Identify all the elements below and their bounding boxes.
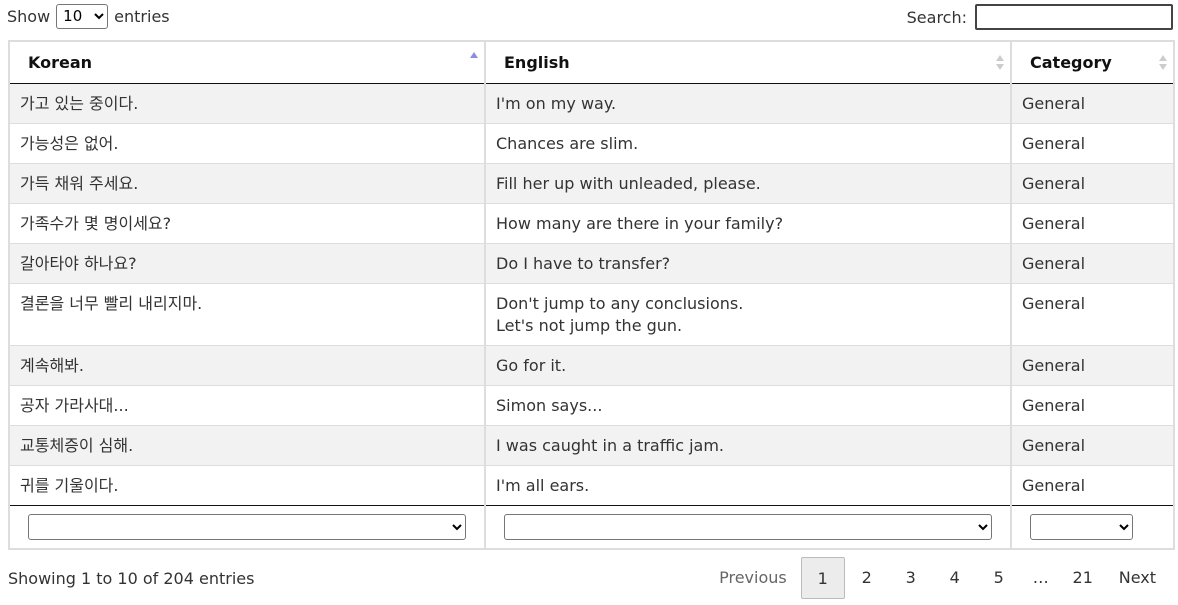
filter-cell-category <box>1010 505 1175 550</box>
english-cell: I'm on my way. <box>484 83 1012 124</box>
page-button[interactable]: 3 <box>889 557 933 599</box>
category-cell: General <box>1010 283 1175 346</box>
english-cell: Go for it. <box>484 345 1012 386</box>
table-row: 귀를 기울이다. I'm all ears. General <box>8 465 1175 506</box>
search-control: Search: <box>907 1 1173 33</box>
table-info: Showing 1 to 10 of 204 entries <box>8 569 255 588</box>
previous-button[interactable]: Previous <box>705 557 801 599</box>
table-row: 공자 가라사대... Simon says... General <box>8 385 1175 426</box>
category-cell: General <box>1010 203 1175 244</box>
page-button[interactable]: 4 <box>933 557 977 599</box>
pagination-ellipsis: … <box>1032 568 1049 587</box>
next-button[interactable]: Next <box>1105 557 1170 599</box>
english-cell: Chances are slim. <box>484 123 1012 164</box>
table-row: 가능성은 없어. Chances are slim. General <box>8 123 1175 164</box>
filter-row <box>8 505 1175 550</box>
sort-both-icon <box>1159 55 1167 71</box>
length-control: Show 10 entries <box>7 3 170 29</box>
english-cell: Don't jump to any conclusions. Let's not… <box>484 283 1012 346</box>
category-cell: General <box>1010 385 1175 426</box>
category-cell: General <box>1010 83 1175 124</box>
column-header-category[interactable]: Category <box>1010 40 1175 84</box>
page-button[interactable]: 2 <box>845 557 889 599</box>
korean-cell: 공자 가라사대... <box>8 385 486 426</box>
entries-label: entries <box>114 6 170 26</box>
english-cell: Fill her up with unleaded, please. <box>484 163 1012 204</box>
korean-cell: 가족수가 몇 명이세요? <box>8 203 486 244</box>
sort-both-icon <box>996 55 1004 71</box>
korean-cell: 가득 채워 주세요. <box>8 163 486 204</box>
column-header-english[interactable]: English <box>484 40 1012 84</box>
search-label: Search: <box>906 7 967 27</box>
korean-cell: 귀를 기울이다. <box>8 465 486 506</box>
page-button[interactable]: 5 <box>977 557 1021 599</box>
korean-cell: 계속해봐. <box>8 345 486 386</box>
table-row: 가득 채워 주세요. Fill her up with unleaded, pl… <box>8 163 1175 204</box>
category-cell: General <box>1010 163 1175 204</box>
korean-cell: 결론을 너무 빨리 내리지마. <box>8 283 486 346</box>
category-cell: General <box>1010 345 1175 386</box>
table-row: 계속해봐. Go for it. General <box>8 345 1175 386</box>
table-row: 결론을 너무 빨리 내리지마. Don't jump to any conclu… <box>8 283 1175 346</box>
filter-cell-english <box>484 505 1012 550</box>
header-row: Korean English Category <box>8 40 1175 84</box>
english-cell: I was caught in a traffic jam. <box>484 425 1012 466</box>
category-cell: General <box>1010 243 1175 284</box>
entries-per-page-select[interactable]: 10 <box>56 3 109 29</box>
category-cell: General <box>1010 123 1175 164</box>
table-row: 가고 있는 중이다. I'm on my way. General <box>8 83 1175 124</box>
show-label: Show <box>7 6 51 26</box>
korean-filter-select[interactable] <box>28 513 466 540</box>
korean-cell: 가고 있는 중이다. <box>8 83 486 124</box>
korean-cell: 갈아타야 하나요? <box>8 243 486 284</box>
english-filter-select[interactable] <box>504 513 992 540</box>
category-cell: General <box>1010 425 1175 466</box>
english-line: Let's not jump the gun. <box>496 315 683 335</box>
english-line: Don't jump to any conclusions. <box>496 293 744 313</box>
phrases-table: Korean English Category 가고 있는 중이다. I'm o… <box>8 40 1175 550</box>
english-cell: Do I have to transfer? <box>484 243 1012 284</box>
korean-cell: 가능성은 없어. <box>8 123 486 164</box>
category-filter-select[interactable] <box>1030 513 1133 540</box>
english-cell: Simon says... <box>484 385 1012 426</box>
column-header-korean[interactable]: Korean <box>8 40 486 84</box>
sort-ascending-icon <box>470 52 478 68</box>
table-row: 가족수가 몇 명이세요? How many are there in your … <box>8 203 1175 244</box>
english-cell: How many are there in your family? <box>484 203 1012 244</box>
search-input[interactable] <box>975 4 1173 30</box>
korean-cell: 교통체증이 심해. <box>8 425 486 466</box>
english-cell: I'm all ears. <box>484 465 1012 506</box>
table-row: 갈아타야 하나요? Do I have to transfer? General <box>8 243 1175 284</box>
category-cell: General <box>1010 465 1175 506</box>
page-button-current[interactable]: 1 <box>800 557 845 599</box>
page-button[interactable]: 21 <box>1061 557 1105 599</box>
pagination: Previous 1 2 3 4 5 … 21 Next <box>705 557 1170 599</box>
table-row: 교통체증이 심해. I was caught in a traffic jam.… <box>8 425 1175 466</box>
filter-cell-korean <box>8 505 486 550</box>
